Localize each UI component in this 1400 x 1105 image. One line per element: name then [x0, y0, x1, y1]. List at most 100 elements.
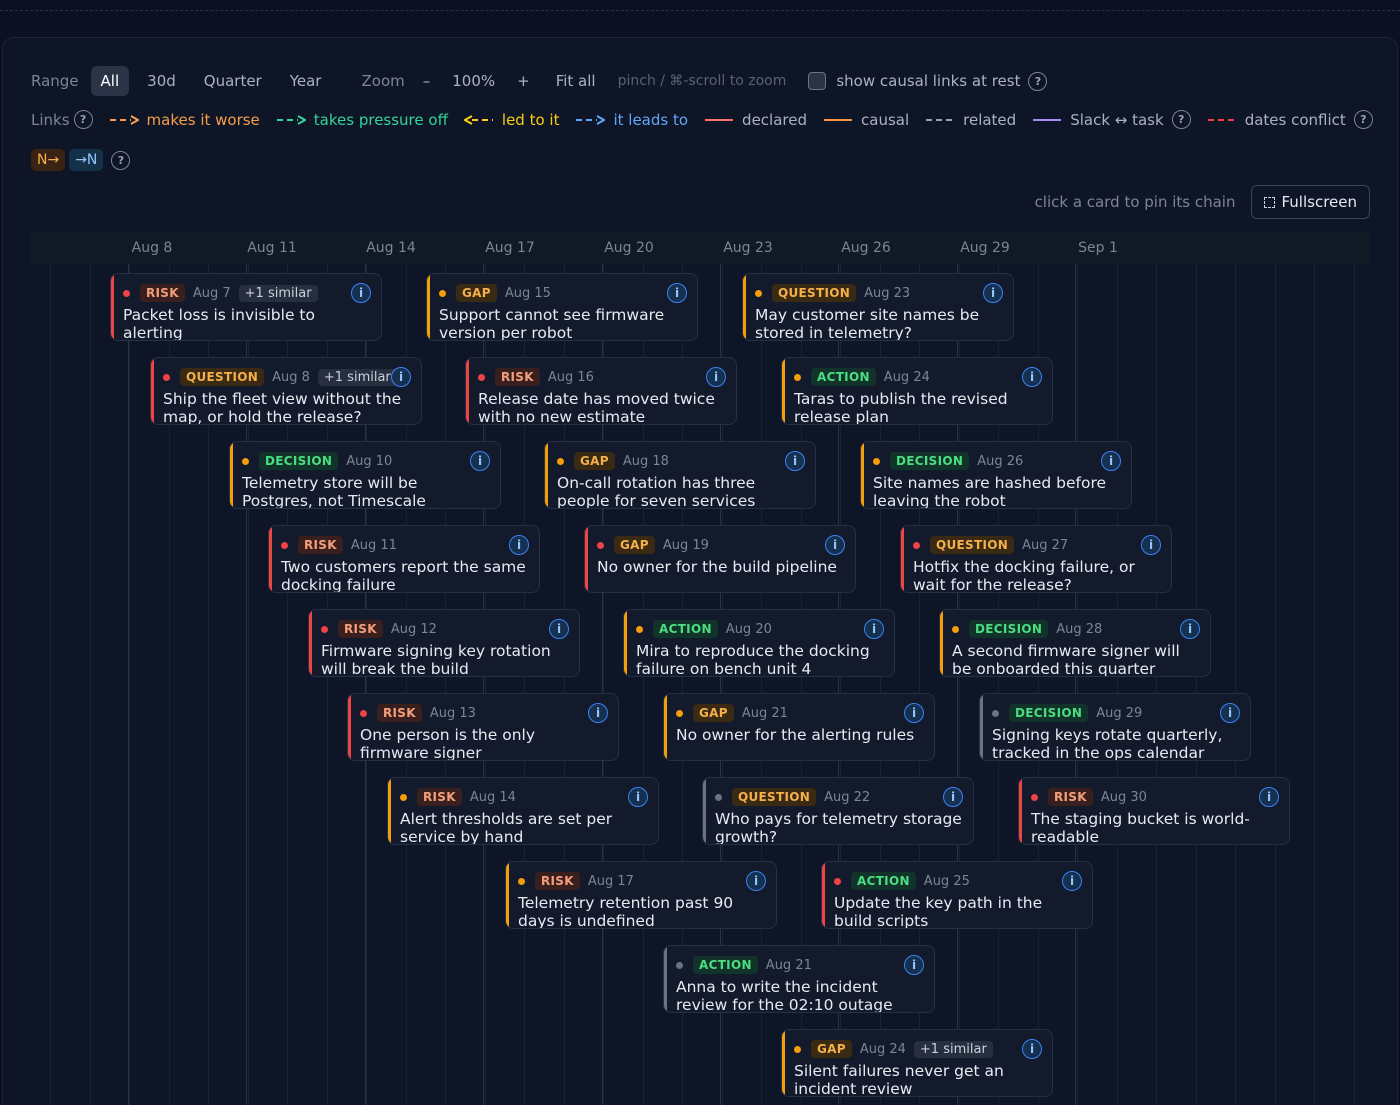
timeline-card[interactable]: RISK Aug 7 +1 similar i Packet loss is i…	[110, 273, 382, 341]
card-kind-badge: DECISION	[890, 452, 970, 470]
card-kind-badge: DECISION	[1009, 704, 1089, 722]
timeline-card[interactable]: GAP Aug 21 i No owner for the alerting r…	[663, 693, 935, 761]
card-date: Aug 25	[923, 873, 970, 889]
info-icon[interactable]: i	[983, 283, 1003, 303]
range-year-button[interactable]: Year	[280, 66, 332, 96]
info-icon[interactable]: i	[1180, 619, 1200, 639]
timeline-card[interactable]: RISK Aug 13 i One person is the only fir…	[347, 693, 619, 761]
card-kind-badge: ACTION	[811, 368, 876, 386]
timeline-card[interactable]: GAP Aug 24 +1 similar i Silent failures …	[781, 1029, 1053, 1097]
timeline-card[interactable]: RISK Aug 12 i Firmware signing key rotat…	[308, 609, 580, 677]
range-30d-button[interactable]: 30d	[137, 66, 186, 96]
status-dot	[321, 625, 328, 633]
info-icon[interactable]: i	[628, 787, 648, 807]
similar-badge[interactable]: +1 similar	[238, 284, 318, 302]
axis-tick-label: Aug 23	[723, 240, 773, 256]
timeline-card[interactable]: DECISION Aug 28 i A second firmware sign…	[939, 609, 1211, 677]
timeline-card[interactable]: ACTION Aug 21 i Anna to write the incide…	[663, 945, 935, 1013]
info-icon[interactable]: i	[509, 535, 529, 555]
info-icon[interactable]: i	[470, 451, 490, 471]
timeline-card[interactable]: RISK Aug 30 i The staging bucket is worl…	[1018, 777, 1290, 845]
info-icon[interactable]: i	[391, 367, 411, 387]
timeline-card[interactable]: ACTION Aug 20 i Mira to reproduce the do…	[623, 609, 895, 677]
pin-hint: click a card to pin its chain	[1034, 193, 1236, 211]
range-label: Range	[31, 72, 79, 90]
legend-help-icon[interactable]: ?	[1171, 110, 1191, 129]
timeline-card[interactable]: RISK Aug 11 i Two customers report the s…	[268, 525, 540, 593]
timeline-card[interactable]: DECISION Aug 10 i Telemetry store will b…	[229, 441, 501, 509]
status-dot	[439, 289, 446, 297]
timeline-card[interactable]: QUESTION Aug 27 i Hotfix the docking fai…	[900, 525, 1172, 593]
links-help-icon[interactable]: ?	[73, 110, 93, 129]
info-icon[interactable]: i	[825, 535, 845, 555]
info-icon[interactable]: i	[864, 619, 884, 639]
status-dot	[518, 877, 525, 885]
info-icon[interactable]: i	[785, 451, 805, 471]
info-icon[interactable]: i	[351, 283, 371, 303]
info-icon[interactable]: i	[549, 619, 569, 639]
legend-item: takes pressure off	[276, 111, 448, 129]
status-dot	[597, 541, 604, 549]
info-icon[interactable]: i	[706, 367, 726, 387]
causal-links-checkbox[interactable]	[808, 72, 827, 90]
zoom-label: Zoom	[361, 72, 405, 90]
timeline-card[interactable]: RISK Aug 17 i Telemetry retention past 9…	[505, 861, 777, 929]
info-icon[interactable]: i	[904, 955, 924, 975]
causal-help-icon[interactable]: ?	[1028, 71, 1048, 91]
range-quarter-button[interactable]: Quarter	[194, 66, 272, 96]
info-icon[interactable]: i	[1062, 871, 1082, 891]
card-header: ACTION Aug 24	[794, 368, 930, 386]
info-icon[interactable]: i	[943, 787, 963, 807]
status-dot	[676, 961, 683, 969]
causal-links-label[interactable]: show causal links at rest	[836, 72, 1020, 90]
info-icon[interactable]: i	[667, 283, 687, 303]
info-icon[interactable]: i	[1022, 1039, 1042, 1059]
timeline-card[interactable]: ACTION Aug 24 i Taras to publish the rev…	[781, 357, 1053, 425]
legend-swatch	[109, 114, 139, 125]
tags-help-icon[interactable]: ?	[111, 150, 131, 170]
timeline-card[interactable]: QUESTION Aug 8 +1 similar i Ship the fle…	[150, 357, 422, 425]
card-kind-badge: QUESTION	[180, 368, 265, 386]
info-icon[interactable]: i	[588, 703, 608, 723]
card-header: RISK Aug 17	[518, 872, 634, 890]
timeline-card[interactable]: GAP Aug 15 i Support cannot see firmware…	[426, 273, 698, 341]
timeline-card[interactable]: QUESTION Aug 22 i Who pays for telemetry…	[702, 777, 974, 845]
info-icon[interactable]: i	[1259, 787, 1279, 807]
card-kind-badge: RISK	[338, 620, 383, 638]
status-dot	[676, 709, 683, 717]
legend-item: makes it worse	[109, 111, 260, 129]
incoming-links-tag[interactable]: N→	[31, 149, 66, 171]
zoom-in-button[interactable]: +	[517, 72, 530, 90]
timeline-card[interactable]: DECISION Aug 29 i Signing keys rotate qu…	[979, 693, 1251, 761]
timeline-card[interactable]: ACTION Aug 25 i Update the key path in t…	[821, 861, 1093, 929]
axis-tick-label: Aug 29	[960, 240, 1010, 256]
legend-help-icon[interactable]: ?	[1353, 110, 1373, 129]
info-icon[interactable]: i	[1022, 367, 1042, 387]
timeline-card[interactable]: DECISION Aug 26 i Site names are hashed …	[860, 441, 1132, 509]
fullscreen-button[interactable]: Fullscreen	[1251, 185, 1370, 219]
card-accent	[466, 358, 469, 424]
info-icon[interactable]: i	[746, 871, 766, 891]
info-icon[interactable]: i	[1141, 535, 1161, 555]
outgoing-links-tag[interactable]: →N	[69, 149, 104, 171]
info-icon[interactable]: i	[1220, 703, 1240, 723]
grid-line	[1077, 264, 1078, 1105]
legend-label: led to it	[501, 110, 560, 129]
timeline-card[interactable]: QUESTION Aug 23 i May customer site name…	[742, 273, 1014, 341]
fit-all-button[interactable]: Fit all	[556, 72, 596, 90]
range-all-button[interactable]: All	[90, 66, 130, 96]
info-icon[interactable]: i	[1101, 451, 1121, 471]
info-icon[interactable]: i	[904, 703, 924, 723]
card-accent	[901, 526, 904, 592]
zoom-out-button[interactable]: –	[423, 72, 431, 90]
grid-line	[1117, 264, 1118, 1105]
timeline-card[interactable]: RISK Aug 14 i Alert thresholds are set p…	[387, 777, 659, 845]
card-date: Aug 11	[350, 537, 397, 553]
similar-badge[interactable]: +1 similar	[913, 1040, 993, 1058]
timeline-card[interactable]: GAP Aug 18 i On-call rotation has three …	[544, 441, 816, 509]
similar-badge[interactable]: +1 similar	[317, 368, 397, 386]
timeline-card[interactable]: RISK Aug 16 i Release date has moved twi…	[465, 357, 737, 425]
timeline-card[interactable]: GAP Aug 19 i No owner for the build pipe…	[584, 525, 856, 593]
card-date: Aug 24	[859, 1041, 906, 1057]
status-dot	[794, 1045, 801, 1053]
